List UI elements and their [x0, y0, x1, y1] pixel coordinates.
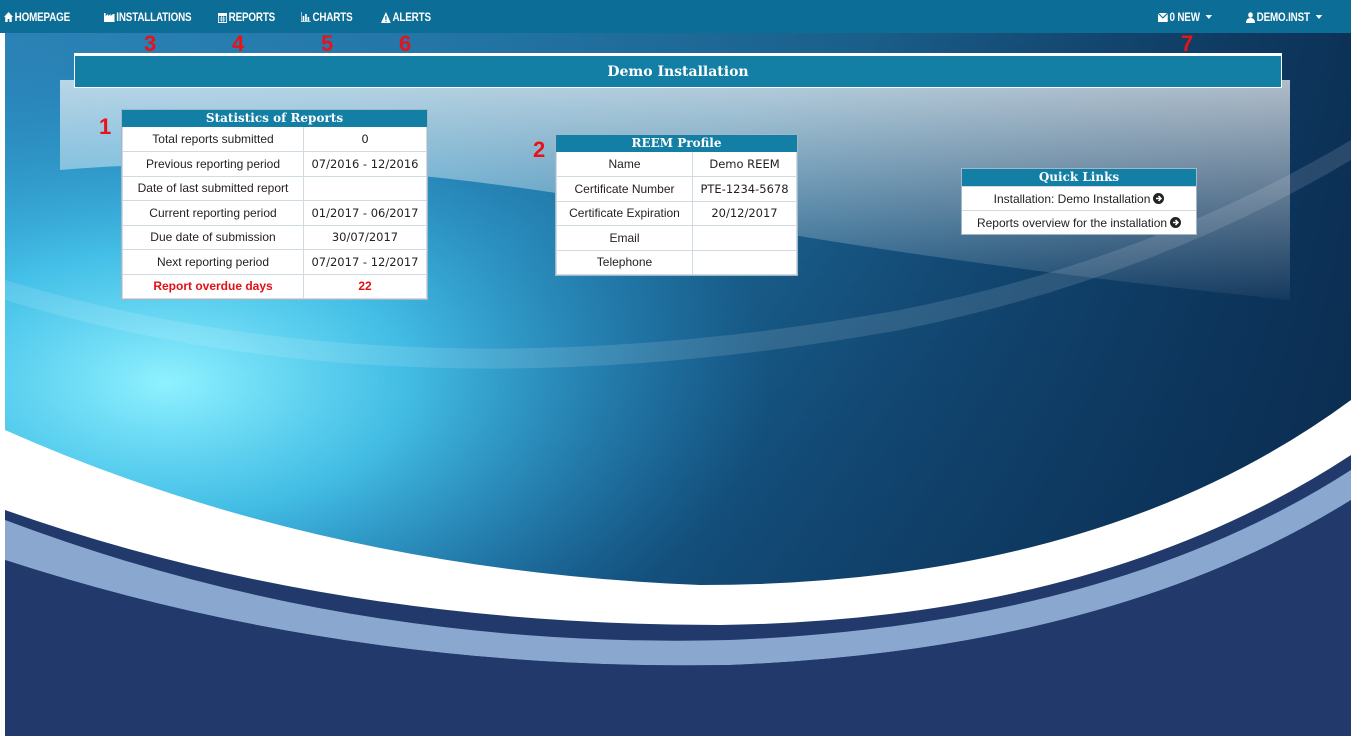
profile-panel: REEM Profile Name Demo REEM Certificate N…	[555, 134, 798, 276]
stats-value: 0	[303, 127, 427, 152]
annotation-6: 6	[399, 31, 412, 56]
circle-arrow-right-icon	[1153, 193, 1165, 204]
profile-label: Certificate Expiration	[556, 200, 693, 226]
nav-alerts[interactable]: ALERTS	[381, 10, 431, 24]
stats-value: 01/2017 - 06/2017	[303, 200, 427, 226]
quick-link-reports-overview[interactable]: Reports overview for the installation	[962, 210, 1196, 234]
profile-value: 20/12/2017	[692, 200, 797, 226]
table-row: Certificate Number PTE-1234-5678	[556, 176, 797, 202]
stats-panel: Statistics of Reports Total reports subm…	[121, 109, 428, 300]
profile-value: Demo REEM	[692, 152, 797, 177]
annotation-1: 1	[99, 114, 112, 139]
bar-chart-icon	[301, 12, 311, 22]
table-row: Date of last submitted report	[122, 175, 427, 201]
stats-heading: Statistics of Reports	[122, 110, 427, 127]
user-name: DEMO.INST	[1256, 10, 1310, 24]
profile-table: Name Demo REEM Certificate Number PTE-1234…	[556, 152, 797, 275]
messages-count: 0 NEW	[1169, 10, 1200, 24]
nav-homepage-label: HOMEPAGE	[14, 10, 71, 24]
stats-value: 07/2016 - 12/2016	[303, 151, 427, 177]
profile-value	[692, 225, 797, 251]
stats-label: Due date of submission	[122, 224, 304, 250]
table-row: Name Demo REEM	[556, 152, 797, 177]
circle-arrow-right-icon	[1170, 217, 1182, 228]
stats-value: 30/07/2017	[303, 224, 427, 250]
chevron-down-icon	[1205, 15, 1213, 19]
profile-label: Telephone	[556, 249, 693, 275]
warning-icon	[381, 11, 391, 23]
stats-table: Total reports submitted 0 Previous report…	[122, 127, 427, 299]
profile-label: Name	[556, 152, 693, 177]
table-row: Email	[556, 225, 797, 251]
envelope-icon	[1158, 12, 1168, 22]
chevron-down-icon	[1315, 15, 1323, 19]
page-title-text: Demo Installation	[607, 63, 749, 80]
annotation-4: 4	[232, 31, 245, 56]
table-row: Total reports submitted 0	[122, 127, 427, 152]
nav-charts[interactable]: CHARTS	[301, 10, 353, 24]
annotation-2: 2	[533, 137, 546, 162]
annotation-3: 3	[144, 31, 157, 56]
table-row: Current reporting period 01/2017 - 06/201…	[122, 200, 427, 226]
user-dropdown[interactable]: DEMO.INST	[1246, 10, 1323, 24]
home-icon	[4, 12, 14, 22]
stats-label: Date of last submitted report	[122, 175, 304, 201]
page-title: Demo Installation	[74, 53, 1282, 88]
table-row: Due date of submission 30/07/2017	[122, 224, 427, 250]
stats-value	[303, 175, 427, 201]
nav-alerts-label: ALERTS	[392, 10, 431, 24]
stats-value: 07/2017 - 12/2017	[303, 249, 427, 275]
nav-homepage[interactable]: HOMEPAGE	[4, 10, 70, 24]
overdue-label: Report overdue days	[122, 273, 304, 299]
nav-installations[interactable]: INSTALLATIONS	[104, 10, 192, 24]
nav-installations-label: INSTALLATIONS	[116, 10, 192, 24]
nav-charts-label: CHARTS	[312, 10, 353, 24]
stats-label: Next reporting period	[122, 249, 304, 275]
table-row: Next reporting period 07/2017 - 12/2017	[122, 249, 427, 275]
profile-value: PTE-1234-5678	[692, 176, 797, 202]
top-navbar: HOMEPAGE INSTALLATIONS REPORTS CHARTS AL…	[0, 0, 1351, 33]
profile-label: Certificate Number	[556, 176, 693, 202]
overdue-row: Report overdue days 22	[122, 273, 427, 299]
nav-reports[interactable]: REPORTS	[218, 10, 275, 24]
messages-dropdown[interactable]: 0 NEW	[1158, 10, 1213, 24]
table-row: Telephone	[556, 249, 797, 275]
quick-links-panel: Quick Links Installation: Demo Installat…	[961, 168, 1197, 235]
annotation-7: 7	[1181, 31, 1194, 56]
quick-link-label: Reports overview for the installation	[976, 215, 1168, 230]
stats-label: Current reporting period	[122, 200, 304, 226]
profile-value	[692, 249, 797, 275]
profile-label: Email	[556, 225, 693, 251]
quick-link-installation[interactable]: Installation: Demo Installation	[962, 186, 1196, 210]
stats-label: Total reports submitted	[122, 127, 304, 152]
factory-icon	[104, 13, 115, 22]
quick-links-heading: Quick Links	[962, 169, 1196, 186]
stats-label: Previous reporting period	[122, 151, 304, 177]
quick-link-label: Installation: Demo Installation	[993, 191, 1151, 206]
calendar-icon	[218, 12, 228, 23]
overdue-value: 22	[303, 273, 427, 299]
user-icon	[1246, 11, 1256, 23]
table-row: Certificate Expiration 20/12/2017	[556, 200, 797, 226]
table-row: Previous reporting period 07/2016 - 12/20…	[122, 151, 427, 177]
annotation-5: 5	[321, 31, 334, 56]
nav-reports-label: REPORTS	[228, 10, 276, 24]
profile-heading: REEM Profile	[556, 135, 797, 152]
